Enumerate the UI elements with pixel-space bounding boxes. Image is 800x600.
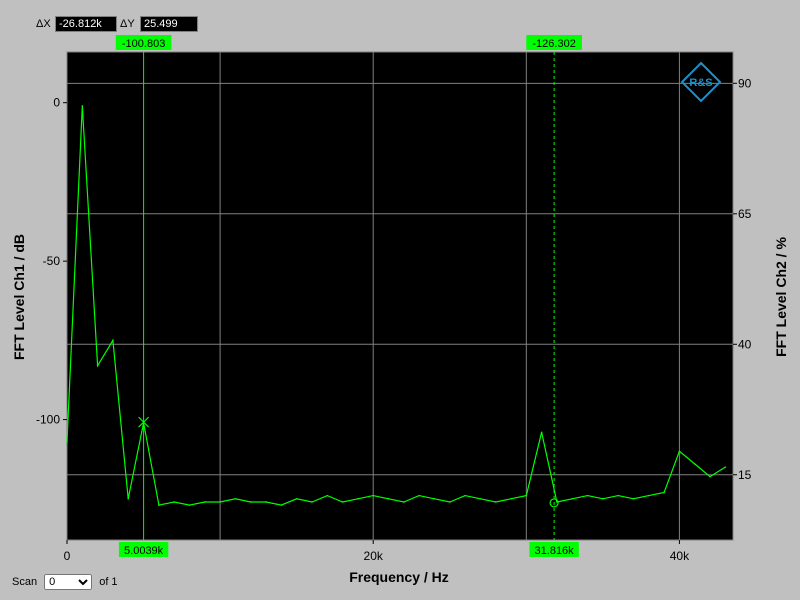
fft-trace-point <box>495 501 497 503</box>
fft-trace-point <box>633 498 635 500</box>
fft-trace-point <box>709 476 711 478</box>
fft-trace-point <box>357 498 359 500</box>
fft-trace-point <box>403 501 405 503</box>
fft-trace-point <box>250 501 252 503</box>
x-axis-label: Frequency / Hz <box>349 569 449 585</box>
fft-trace-point <box>173 501 175 503</box>
y2-tick-label: 65 <box>738 207 752 221</box>
fft-trace-point <box>388 498 390 500</box>
fft-trace-point <box>617 495 619 497</box>
fft-trace-point <box>694 463 696 465</box>
x-tick-label: 0 <box>64 549 71 563</box>
fft-trace-point <box>204 501 206 503</box>
fft-trace-point <box>434 498 436 500</box>
y2-tick-label: 90 <box>738 76 752 90</box>
fft-trace-point <box>66 441 68 443</box>
y2-tick-label: 15 <box>738 468 752 482</box>
fft-trace-point <box>97 365 99 367</box>
fft-trace-point <box>571 498 573 500</box>
fft-trace-point <box>158 504 160 506</box>
rs-logo-text: R&S <box>689 77 712 89</box>
y2-tick-label: 40 <box>738 337 752 351</box>
cursor-top-label-1: -100.803 <box>122 38 165 50</box>
scan-select[interactable]: 0 <box>44 574 92 590</box>
cursor-bottom-label-2: 31.816k <box>535 545 575 557</box>
fft-trace-point <box>541 431 543 433</box>
fft-trace-point <box>648 495 650 497</box>
fft-trace-point <box>265 501 267 503</box>
fft-trace-point <box>311 501 313 503</box>
fft-trace-point <box>526 495 528 497</box>
y-tick-label: -100 <box>36 413 60 427</box>
fft-trace-point <box>127 498 129 500</box>
fft-trace-point <box>235 498 237 500</box>
fft-trace-point <box>189 504 191 506</box>
scan-label: Scan <box>12 576 37 588</box>
fft-trace-point <box>725 466 727 468</box>
y-tick-label: 0 <box>53 96 60 110</box>
fft-trace-point <box>296 498 298 500</box>
fft-trace-point <box>82 105 84 107</box>
x-tick-label: 20k <box>364 549 384 563</box>
fft-trace-point <box>281 504 283 506</box>
y-tick-label: -50 <box>43 254 61 268</box>
scan-of-label: of 1 <box>99 576 117 588</box>
fft-trace-point <box>219 501 221 503</box>
fft-trace-point <box>449 501 451 503</box>
fft-trace-point <box>587 495 589 497</box>
plot-area <box>67 52 733 540</box>
scan-control: Scan 0 of 1 <box>12 574 118 590</box>
fft-chart: -100.803 5.0039k -126.302 31.816k 0 -50 -100 9… <box>0 0 800 600</box>
fft-trace-point <box>679 450 681 452</box>
cursor-bottom-label-1: 5.0039k <box>124 545 164 557</box>
fft-trace-point <box>602 498 604 500</box>
fft-trace-point <box>112 340 114 342</box>
fft-trace-point <box>418 495 420 497</box>
fft-trace-point <box>464 495 466 497</box>
fft-trace-point <box>372 495 374 497</box>
fft-trace-point <box>326 495 328 497</box>
y-axis-label: FFT Level Ch1 / dB <box>11 234 27 360</box>
fft-trace-point <box>480 498 482 500</box>
cursor-top-label-2: -126.302 <box>532 38 575 50</box>
x-tick-label: 40k <box>670 549 690 563</box>
fft-trace-point <box>663 492 665 494</box>
fft-trace-point <box>510 498 512 500</box>
fft-trace-point <box>342 501 344 503</box>
y2-axis-label: FFT Level Ch2 / % <box>773 237 789 357</box>
